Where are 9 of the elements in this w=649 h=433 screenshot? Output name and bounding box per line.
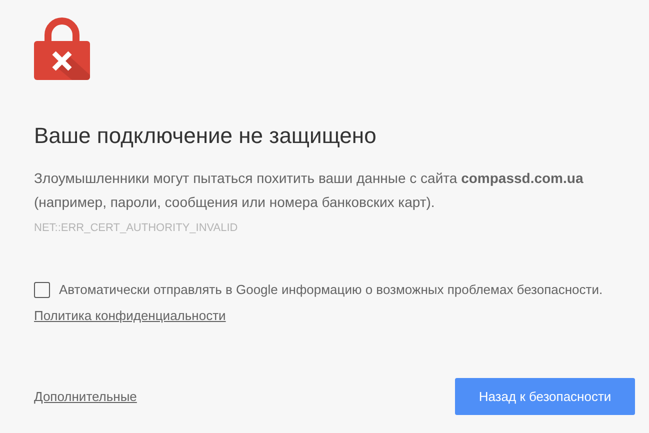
report-checkbox[interactable] [34,282,50,298]
page-heading: Ваше подключение не защищено [34,122,378,150]
lock-error-icon [34,17,90,80]
privacy-link[interactable]: Политика конфиденциальности [34,308,226,323]
warning-message: Злоумышленники могут пытаться похитить ваши данные с сайта compassd.com.ua (например, пароли, сообщения или номера банковских карт). [34,169,584,212]
details-link[interactable]: Дополнительные [34,386,137,406]
report-label: Автоматически отправлять в Google информацию о возможных проблемах безопасности. [59,281,603,299]
error-code: NET::ERR_CERT_AUTHORITY_INVALID [34,221,239,236]
back-button[interactable]: Назад к безопасности [455,378,635,415]
